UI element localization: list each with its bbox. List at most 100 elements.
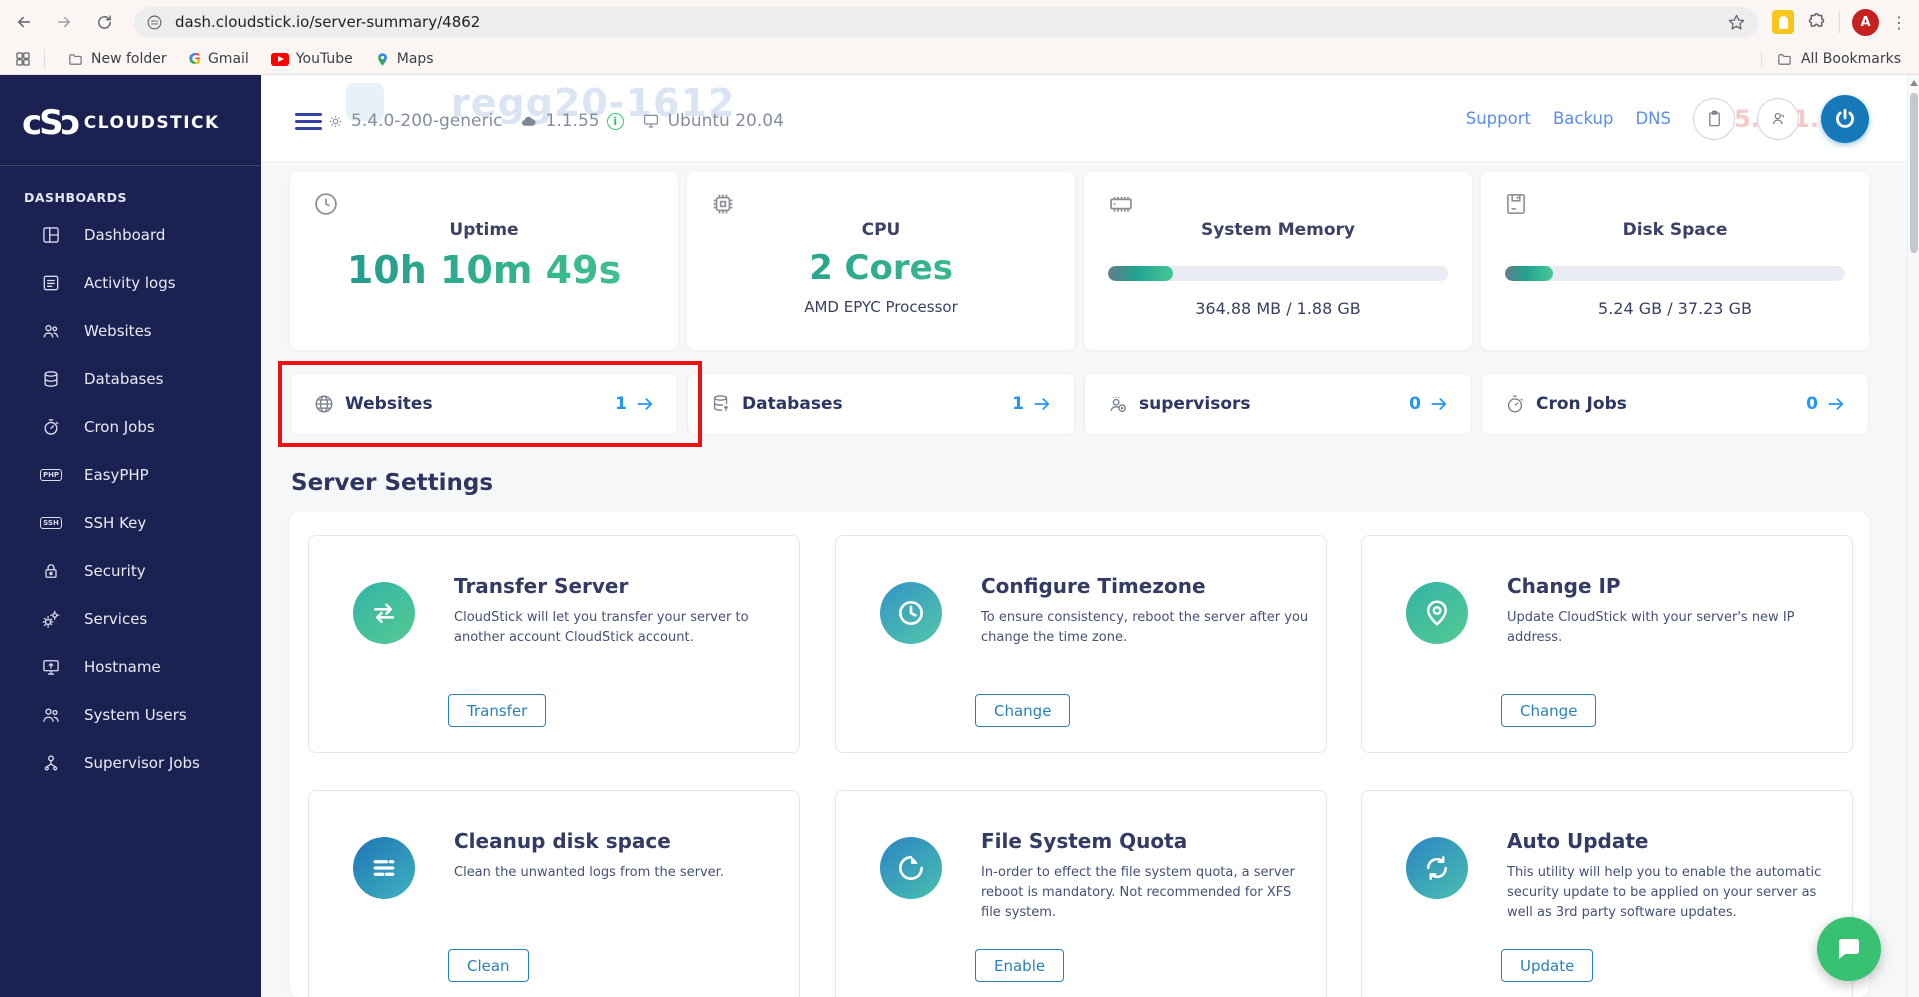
bookmark-label: YouTube bbox=[295, 51, 353, 67]
uptime-value: 10h 10m 49s bbox=[290, 248, 678, 292]
transfer-icon bbox=[353, 582, 415, 644]
disk-title: Disk Space bbox=[1622, 220, 1728, 240]
databases-link-card[interactable]: Databases 1 bbox=[687, 373, 1075, 435]
cpu-chip-icon bbox=[709, 190, 737, 222]
clean-button[interactable]: Clean bbox=[448, 949, 529, 982]
setting-title: Configure Timezone bbox=[981, 574, 1206, 598]
bookmark-new-folder[interactable]: New folder bbox=[67, 51, 167, 67]
chat-widget-button[interactable] bbox=[1817, 917, 1881, 981]
extension-icon[interactable] bbox=[1772, 10, 1794, 34]
extensions-puzzle-icon[interactable] bbox=[1806, 12, 1827, 33]
quick-link-label: Websites bbox=[345, 394, 433, 414]
auto-update-sync-icon bbox=[1406, 837, 1468, 899]
back-icon[interactable] bbox=[8, 6, 40, 38]
address-bar[interactable]: dash.cloudstick.io/server-summary/4862 bbox=[134, 6, 1758, 38]
bookmark-gmail[interactable]: G Gmail bbox=[189, 50, 249, 68]
sidebar-item-system-users[interactable]: System Users bbox=[0, 691, 261, 739]
location-pin-icon bbox=[1406, 582, 1468, 644]
setting-description: Clean the unwanted logs from the server. bbox=[454, 865, 724, 880]
support-link[interactable]: Support bbox=[1466, 109, 1531, 128]
bookmarks-divider bbox=[44, 49, 45, 69]
sidebar-item-supervisor-jobs[interactable]: Supervisor Jobs bbox=[0, 739, 261, 787]
quick-link-label: Databases bbox=[742, 394, 843, 414]
cpu-title: CPU bbox=[861, 220, 901, 240]
cron-stopwatch-icon bbox=[1504, 393, 1526, 415]
scroll-up-arrow-icon[interactable] bbox=[1910, 80, 1918, 86]
update-button[interactable]: Update bbox=[1501, 949, 1594, 982]
activity-logs-icon bbox=[40, 272, 62, 294]
server-meta: 5.4.0-200-generic 1.1.55 i Ubuntu 20.04 bbox=[327, 111, 784, 131]
dashboard-icon bbox=[40, 224, 62, 246]
cloudstick-logo[interactable]: cSɔ CLOUDSTICK bbox=[0, 75, 261, 143]
bookmark-youtube[interactable]: YouTube bbox=[270, 51, 353, 67]
sidebar-item-ssh-key[interactable]: SSH SSH Key bbox=[0, 499, 261, 547]
websites-link-card[interactable]: Websites 1 bbox=[290, 373, 678, 435]
quick-link-count[interactable]: 0 bbox=[1409, 394, 1449, 414]
disk-icon bbox=[1503, 190, 1529, 222]
setting-description: To ensure consistency, reboot the server… bbox=[981, 610, 1309, 646]
clipboard-button[interactable] bbox=[1693, 97, 1735, 140]
reload-icon[interactable] bbox=[88, 6, 120, 38]
bookmark-maps[interactable]: Maps bbox=[375, 51, 434, 68]
count-value: 1 bbox=[615, 394, 627, 414]
quick-link-label: Cron Jobs bbox=[1536, 394, 1627, 414]
sidebar-item-label: Activity logs bbox=[84, 274, 176, 292]
cron-jobs-link-card[interactable]: Cron Jobs 0 bbox=[1481, 373, 1869, 435]
easyphp-icon: PHP bbox=[39, 464, 63, 486]
transfer-button[interactable]: Transfer bbox=[448, 694, 547, 727]
quick-link-count[interactable]: 1 bbox=[615, 394, 655, 414]
sidebar-item-databases[interactable]: Databases bbox=[0, 355, 261, 403]
sidebar-item-activity-logs[interactable]: Activity logs bbox=[0, 259, 261, 307]
change-ip-button[interactable]: Change bbox=[1501, 694, 1597, 727]
supervisor-jobs-icon bbox=[40, 752, 62, 774]
logo-text: CLOUDSTICK bbox=[83, 113, 220, 133]
change-timezone-button[interactable]: Change bbox=[975, 694, 1071, 727]
site-settings-icon[interactable] bbox=[146, 14, 163, 31]
sidebar-item-websites[interactable]: Websites bbox=[0, 307, 261, 355]
bookmarks-bar: New folder G Gmail YouTube Maps All Book… bbox=[0, 44, 1919, 75]
quick-link-count[interactable]: 1 bbox=[1012, 394, 1052, 414]
info-icon[interactable]: i bbox=[606, 112, 624, 130]
header-actions: Support Backup DNS bbox=[1466, 75, 1869, 162]
page-scrollbar[interactable] bbox=[1907, 75, 1919, 997]
server-settings-panel: Transfer Server CloudStick will let you … bbox=[290, 512, 1869, 997]
all-bookmarks[interactable]: All Bookmarks bbox=[1760, 51, 1901, 67]
backup-link[interactable]: Backup bbox=[1553, 109, 1613, 128]
sidebar-item-cron-jobs[interactable]: Cron Jobs bbox=[0, 403, 261, 451]
count-value: 0 bbox=[1409, 394, 1421, 414]
sidebar-item-services[interactable]: Services bbox=[0, 595, 261, 643]
sidebar-item-dashboard[interactable]: Dashboard bbox=[0, 211, 261, 259]
power-button[interactable] bbox=[1821, 94, 1869, 143]
bookmark-star-icon[interactable] bbox=[1727, 13, 1746, 32]
supervisors-link-card[interactable]: supervisors 0 bbox=[1084, 373, 1472, 435]
cloudstick-app: cSɔ CLOUDSTICK DASHBOARDS Dashboard Acti… bbox=[0, 75, 1919, 997]
count-value: 0 bbox=[1806, 394, 1818, 414]
sidebar-item-label: Supervisor Jobs bbox=[84, 754, 200, 772]
forward-icon[interactable] bbox=[48, 6, 80, 38]
quick-link-count[interactable]: 0 bbox=[1806, 394, 1846, 414]
bookmark-label: New folder bbox=[91, 51, 167, 67]
sidebar-item-easyphp[interactable]: PHP EasyPHP bbox=[0, 451, 261, 499]
cpu-card: CPU 2 Cores AMD EPYC Processor bbox=[687, 172, 1075, 350]
auto-update-card: Auto Update This utility will help you t… bbox=[1361, 790, 1853, 997]
sidebar-item-label: Websites bbox=[84, 322, 152, 340]
profile-avatar[interactable]: A bbox=[1852, 8, 1879, 36]
hamburger-menu-icon[interactable] bbox=[295, 113, 322, 134]
enable-quota-button[interactable]: Enable bbox=[975, 949, 1065, 982]
sidebar-item-security[interactable]: Security bbox=[0, 547, 261, 595]
change-ip-card: Change IP Update CloudStick with your se… bbox=[1361, 535, 1853, 753]
setting-title: File System Quota bbox=[981, 829, 1188, 853]
memory-progress-fill bbox=[1108, 266, 1173, 281]
url-text[interactable]: dash.cloudstick.io/server-summary/4862 bbox=[175, 13, 1727, 31]
sidebar-item-label: Dashboard bbox=[84, 226, 166, 244]
user-button[interactable] bbox=[1757, 97, 1799, 140]
bookmark-label: Maps bbox=[396, 51, 434, 67]
apps-grid-icon[interactable] bbox=[14, 50, 32, 68]
sidebar-item-hostname[interactable]: Hostname bbox=[0, 643, 261, 691]
browser-menu-icon[interactable]: ⋮ bbox=[1891, 13, 1907, 32]
setting-title: Cleanup disk space bbox=[454, 829, 671, 853]
dns-link[interactable]: DNS bbox=[1635, 109, 1671, 128]
scrollbar-thumb[interactable] bbox=[1910, 93, 1918, 253]
setting-description: In-order to effect the file system quota… bbox=[981, 865, 1295, 921]
ram-icon bbox=[1106, 190, 1136, 222]
